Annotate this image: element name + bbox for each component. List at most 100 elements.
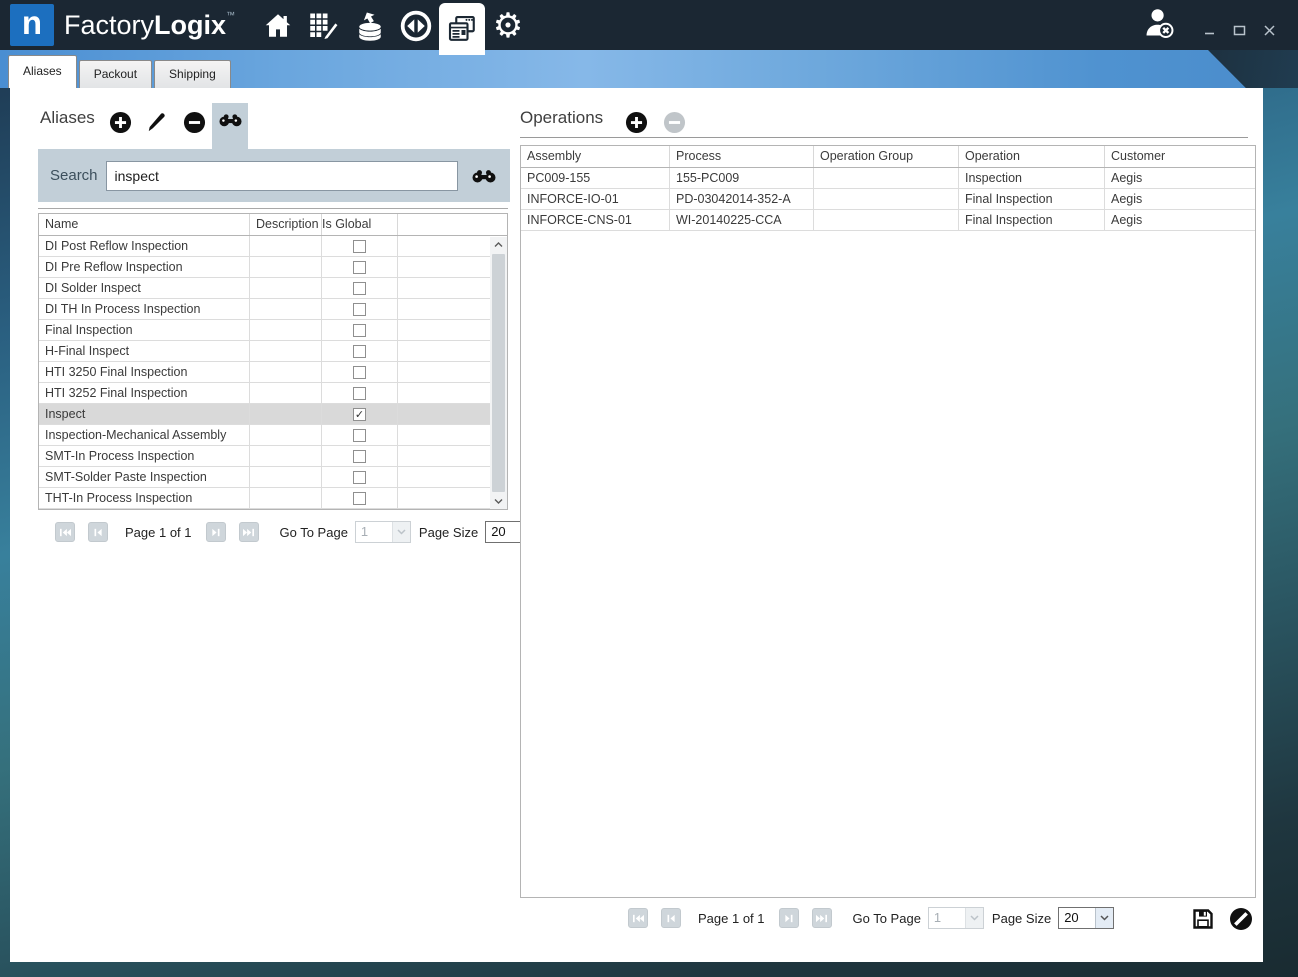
go-to-page-combo[interactable] <box>928 907 984 929</box>
alias-row[interactable]: DI TH In Process Inspection <box>39 299 490 320</box>
tab-shipping[interactable]: Shipping <box>154 60 231 88</box>
is-global-checkbox[interactable] <box>353 492 366 505</box>
production-documents-icon[interactable] <box>439 3 485 55</box>
logout-user-icon[interactable] <box>1142 6 1176 45</box>
alias-row[interactable]: Inspect✓ <box>39 404 490 425</box>
remove-alias-button[interactable] <box>181 109 207 135</box>
operation-cell: WI-20140225-CCA <box>670 210 814 230</box>
column-header[interactable]: Description <box>250 214 322 235</box>
column-header[interactable]: Operation Group <box>814 146 959 167</box>
transfer-icon[interactable] <box>393 3 439 49</box>
gear-glyph: ⚙ <box>493 9 523 43</box>
alias-name-cell: DI Solder Inspect <box>39 278 250 298</box>
alias-row[interactable]: HTI 3252 Final Inspection <box>39 383 490 404</box>
is-global-checkbox[interactable] <box>353 450 366 463</box>
add-operation-button[interactable] <box>623 109 649 135</box>
alias-row[interactable]: HTI 3250 Final Inspection <box>39 362 490 383</box>
app-brand: FactoryLogix™ <box>64 10 235 41</box>
cancel-button[interactable] <box>1229 907 1253 936</box>
is-global-checkbox[interactable] <box>353 366 366 379</box>
alias-row[interactable]: Inspection-Mechanical Assembly <box>39 425 490 446</box>
column-header[interactable]: Customer <box>1105 146 1255 167</box>
prev-page-button[interactable] <box>88 522 108 542</box>
aegis-logo-icon: n <box>10 4 54 46</box>
column-header[interactable]: Process <box>670 146 814 167</box>
scrollbar-thumb[interactable] <box>492 254 505 492</box>
column-header[interactable]: Assembly <box>521 146 670 167</box>
first-page-button[interactable] <box>55 522 75 542</box>
alias-name-cell: HTI 3250 Final Inspection <box>39 362 250 382</box>
column-header[interactable]: Is Global <box>322 214 398 235</box>
go-to-page-input[interactable] <box>929 908 965 928</box>
operation-row[interactable]: INFORCE-IO-01PD-03042014-352-AFinal Insp… <box>521 189 1255 210</box>
is-global-checkbox[interactable] <box>353 282 366 295</box>
divider <box>520 137 1248 138</box>
search-label: Search <box>50 167 98 184</box>
operations-table: AssemblyProcessOperation GroupOperationC… <box>520 145 1256 898</box>
alias-global-cell <box>322 320 398 340</box>
is-global-checkbox[interactable] <box>353 387 366 400</box>
alias-name-cell: SMT-Solder Paste Inspection <box>39 467 250 487</box>
is-global-checkbox[interactable] <box>353 240 366 253</box>
prev-page-button[interactable] <box>661 908 681 928</box>
column-header[interactable] <box>398 214 507 235</box>
is-global-checkbox[interactable] <box>353 261 366 274</box>
operation-row[interactable]: INFORCE-CNS-01WI-20140225-CCAFinal Inspe… <box>521 210 1255 231</box>
is-global-checkbox[interactable] <box>353 471 366 484</box>
scroll-down-arrow-icon[interactable] <box>490 493 507 509</box>
scroll-up-arrow-icon[interactable] <box>490 237 507 253</box>
alias-row[interactable]: Final Inspection <box>39 320 490 341</box>
tab-packout[interactable]: Packout <box>79 60 152 88</box>
search-toggle-button[interactable] <box>212 103 248 149</box>
chevron-down-icon[interactable] <box>392 522 410 542</box>
maximize-button[interactable] <box>1232 23 1246 37</box>
alias-row[interactable]: THT-In Process Inspection <box>39 488 490 509</box>
alias-extra-cell <box>398 236 490 256</box>
next-page-button[interactable] <box>779 908 799 928</box>
minimize-button[interactable] <box>1202 23 1216 37</box>
chevron-down-icon[interactable] <box>1095 908 1113 928</box>
npi-grid-edit-icon[interactable] <box>301 3 347 49</box>
alias-row[interactable]: DI Post Reflow Inspection <box>39 236 490 257</box>
tab-aliases[interactable]: Aliases <box>8 55 77 88</box>
operation-cell: 155-PC009 <box>670 168 814 188</box>
close-icon <box>1263 24 1276 37</box>
alias-row[interactable]: DI Pre Reflow Inspection <box>39 257 490 278</box>
first-page-button[interactable] <box>628 908 648 928</box>
minus-circle-disabled-icon <box>663 111 686 134</box>
remove-operation-button-disabled[interactable] <box>661 109 687 135</box>
alias-row[interactable]: H-Final Inspect <box>39 341 490 362</box>
go-to-page-input[interactable] <box>356 522 392 542</box>
alias-row[interactable]: SMT-In Process Inspection <box>39 446 490 467</box>
home-icon[interactable] <box>255 3 301 49</box>
add-alias-button[interactable] <box>107 109 133 135</box>
next-page-button[interactable] <box>206 522 226 542</box>
column-header[interactable]: Name <box>39 214 250 235</box>
close-button[interactable] <box>1262 23 1276 37</box>
alias-row[interactable]: DI Solder Inspect <box>39 278 490 299</box>
is-global-checkbox[interactable] <box>353 303 366 316</box>
run-search-button[interactable] <box>472 169 496 183</box>
is-global-checkbox[interactable]: ✓ <box>353 408 366 421</box>
column-header[interactable]: Operation <box>959 146 1105 167</box>
page-size-combo[interactable]: 20 <box>1058 907 1114 929</box>
settings-icon[interactable]: ⚙ <box>485 3 531 49</box>
last-page-button[interactable] <box>812 908 832 928</box>
data-import-icon[interactable] <box>347 3 393 49</box>
search-input[interactable] <box>106 161 458 191</box>
last-page-button[interactable] <box>239 522 259 542</box>
operation-row[interactable]: PC009-155155-PC009InspectionAegis <box>521 168 1255 189</box>
is-global-checkbox[interactable] <box>353 324 366 337</box>
alias-description-cell <box>250 467 322 487</box>
alias-row[interactable]: SMT-Solder Paste Inspection <box>39 467 490 488</box>
edit-alias-button[interactable] <box>143 109 169 135</box>
alias-global-cell <box>322 362 398 382</box>
go-to-page-combo[interactable] <box>355 521 411 543</box>
is-global-checkbox[interactable] <box>353 429 366 442</box>
chevron-down-icon[interactable] <box>965 908 983 928</box>
binoculars-icon <box>219 113 242 127</box>
aliases-scrollbar[interactable] <box>490 237 507 509</box>
save-button[interactable] <box>1191 907 1215 936</box>
is-global-checkbox[interactable] <box>353 345 366 358</box>
alias-global-cell <box>322 236 398 256</box>
